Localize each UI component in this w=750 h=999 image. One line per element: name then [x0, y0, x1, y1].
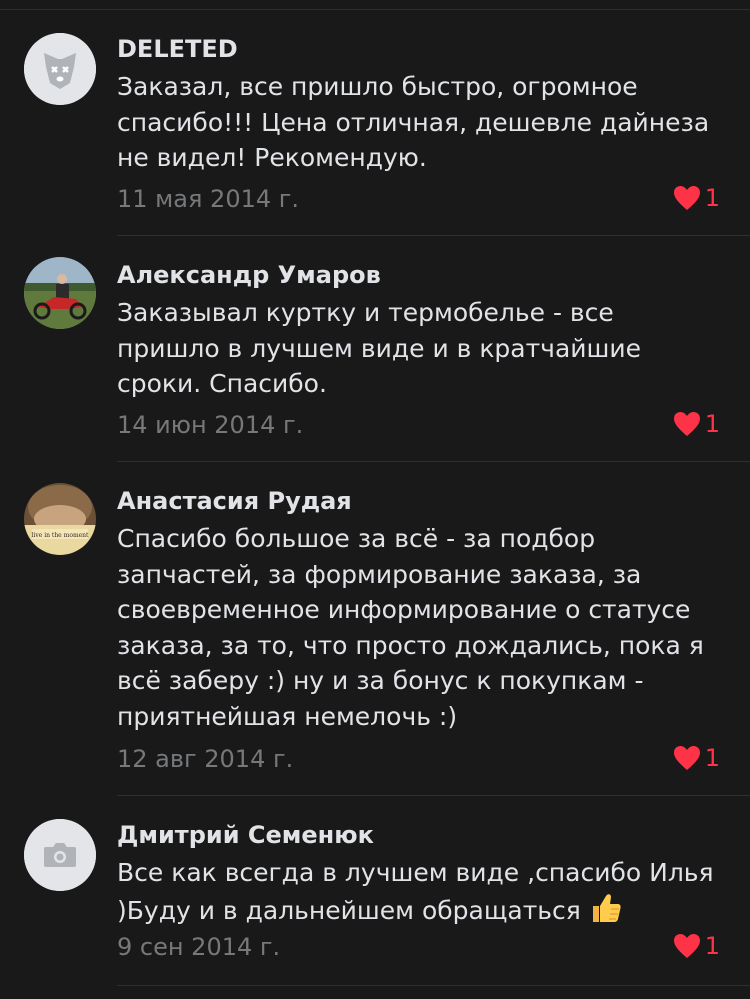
comment-author[interactable]: Анастасия Рудая [117, 486, 352, 516]
heart-icon [673, 934, 700, 958]
avatar[interactable]: live in the moment [24, 483, 96, 555]
comment-text-content: Все как всегда в лучшем виде ,спасибо Ил… [117, 858, 714, 925]
comment-text: Все как всегда в лучшем виде ,спасибо Ил… [117, 855, 717, 934]
avatar[interactable] [24, 819, 96, 891]
comment-divider [117, 985, 750, 986]
like-count: 1 [704, 184, 720, 212]
like-button[interactable]: 1 [673, 744, 720, 772]
heart-icon [673, 412, 700, 436]
like-count: 1 [704, 410, 720, 438]
heart-icon [673, 186, 700, 210]
avatar[interactable] [24, 257, 96, 329]
avatar[interactable] [24, 33, 96, 105]
comment-date: 12 авг 2014 г. [117, 745, 294, 773]
svg-text:live in the moment: live in the moment [32, 532, 90, 539]
like-count: 1 [704, 932, 720, 960]
user-photo: live in the moment [24, 483, 96, 555]
thumbs-up-emoji-icon [589, 891, 623, 935]
comment-author[interactable]: Александр Умаров [117, 260, 381, 290]
comment-item: Дмитрий Семенюк Все как всегда в лучшем … [0, 796, 750, 986]
comment-date: 11 мая 2014 г. [117, 185, 299, 213]
like-count: 1 [704, 744, 720, 772]
comment-item: Александр Умаров Заказывал куртку и терм… [0, 236, 750, 462]
comment-text: Заказал, все пришло быстро, огромное спа… [117, 72, 710, 172]
like-button[interactable]: 1 [673, 184, 720, 212]
deleted-dog-icon [24, 33, 96, 105]
comment-item: live in the moment Анастасия Рудая Спаси… [0, 462, 750, 796]
like-button[interactable]: 1 [673, 932, 720, 960]
comment-date: 9 сен 2014 г. [117, 933, 281, 961]
heart-icon [673, 746, 700, 770]
comment-author[interactable]: DELETED [117, 34, 238, 64]
like-button[interactable]: 1 [673, 410, 720, 438]
comment-date: 14 июн 2014 г. [117, 411, 304, 439]
comment-text: Спасибо большое за всё - за подбор запча… [117, 524, 704, 731]
comment-item: DELETED Заказал, все пришло быстро, огро… [0, 10, 750, 236]
camera-placeholder-icon [24, 819, 96, 891]
comment-author[interactable]: Дмитрий Семенюк [117, 820, 374, 850]
user-photo-motorcycle [24, 257, 96, 329]
comment-text: Заказывал куртку и термобелье - все приш… [117, 298, 642, 398]
